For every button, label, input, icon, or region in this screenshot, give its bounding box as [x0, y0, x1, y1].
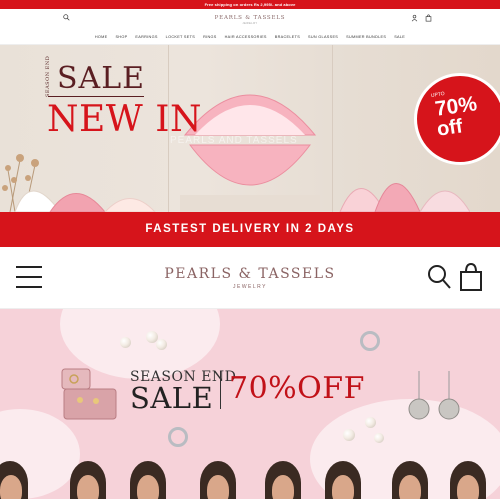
pearl-earring-image [156, 339, 167, 350]
promo-discount-title: 70%OFF [229, 371, 365, 406]
model-image [77, 475, 99, 499]
hero-banner[interactable]: SEASON END SALE NEW IN PEARLS AND TASSEL… [0, 45, 500, 212]
pearl-stud-image [374, 433, 384, 443]
flower-earrings-image [408, 371, 460, 420]
ring-image [360, 331, 380, 351]
nav-item-sale[interactable]: SALE [394, 35, 405, 39]
delivery-strip: FASTEST DELIVERY IN 2 DAYS [0, 212, 500, 247]
nav-item-rings[interactable]: RINGS [203, 35, 217, 39]
main-logo-sub: JEWELRY [232, 284, 268, 290]
search-icon[interactable] [427, 264, 451, 290]
announcement-bar: Free shipping on orders Rs 2,995/- and a… [0, 0, 500, 9]
hero-new-in-title: NEW IN [47, 99, 202, 140]
promo-sale-title: SALE [130, 381, 214, 415]
main-logo[interactable]: PEARLS & TASSELS [0, 266, 500, 282]
shell-image [14, 190, 156, 212]
jewelry-box-image [61, 368, 117, 420]
hero-sale-title: SALE [57, 61, 146, 96]
nav-item-summer-bundles[interactable]: SUMMER BUNDLES [346, 35, 386, 39]
hero-season-end-label: SEASON END [45, 55, 51, 97]
model-image [332, 475, 354, 499]
nav-item-hair-accessories[interactable]: HAIR ACCESSORIES [225, 35, 267, 39]
nav-item-earrings[interactable]: EARRINGS [135, 35, 157, 39]
promo-banner[interactable]: SEASON END SALE 70%OFF [0, 309, 500, 499]
top-header: PEARLS & TASSELS JEWELRY [0, 9, 500, 30]
nav-item-shop[interactable]: SHOP [115, 35, 127, 39]
page: Free shipping on orders Rs 2,995/- and a… [0, 0, 500, 500]
model-image [137, 475, 159, 499]
pearl-stud-image [365, 417, 376, 428]
account-icon[interactable] [411, 14, 418, 22]
model-image [457, 475, 479, 499]
model-image [399, 475, 421, 499]
promo-title-divider [220, 371, 221, 409]
nav-item-bracelets[interactable]: BRACELETS [275, 35, 300, 39]
main-nav: HOME SHOP EARRINGS LOCKET SETS RINGS HAI… [0, 30, 500, 45]
badge-off: off [435, 115, 464, 141]
header-logo-sub: JEWELRY [242, 22, 258, 25]
main-header: PEARLS & TASSELS JEWELRY [0, 247, 500, 309]
hero-title-rule [48, 96, 144, 97]
pearl-stud-image [343, 429, 355, 441]
model-image [272, 475, 294, 499]
hero-divider [332, 45, 333, 212]
model-image [207, 475, 229, 499]
model-image [0, 475, 22, 499]
nav-item-locket-sets[interactable]: LOCKET SETS [166, 35, 195, 39]
bag-icon[interactable] [425, 14, 432, 22]
hero-watermark: PEARLS AND TASSELS [170, 135, 298, 146]
pearl-earring-image [120, 337, 131, 348]
ring-image [168, 427, 188, 447]
nav-item-sun-glasses[interactable]: SUN GLASSES [308, 35, 338, 39]
discount-badge: UPTO 70% off [414, 73, 500, 165]
nav-item-home[interactable]: HOME [95, 35, 108, 39]
bag-icon[interactable] [459, 263, 483, 291]
